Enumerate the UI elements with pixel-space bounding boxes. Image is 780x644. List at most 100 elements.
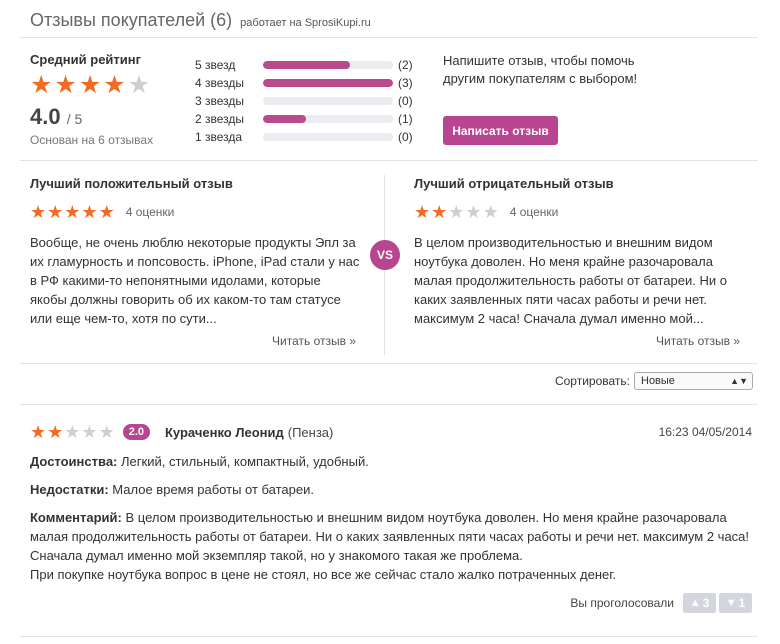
best-positive-votes: 4 оценки [125, 205, 175, 219]
review-author: Кураченко Леонид [165, 424, 284, 440]
average-stars: ★ ★ ★ ★ ★ [30, 73, 153, 98]
dist-bar-fill [263, 79, 393, 87]
star-icon: ★ [30, 202, 47, 222]
chevron-updown-icon: ▲▼ [730, 376, 748, 386]
pros-text: Легкий, стильный, компактный, удобный. [121, 454, 369, 469]
star-icon: ★ [431, 202, 448, 222]
best-positive-stars: ★ ★ ★ ★ ★ [30, 203, 116, 221]
dist-row-1[interactable]: 1 звезда (0) [195, 128, 413, 146]
cons-text: Малое время работы от батареи. [112, 482, 314, 497]
star-icon: ★ [98, 422, 115, 442]
sort-select[interactable]: Новые ▲▼ [634, 372, 753, 390]
vote-down-button[interactable]: ▼ 1 [719, 593, 752, 613]
review-pros: Достоинства: Легкий, стильный, компактны… [30, 452, 752, 471]
review-comment: Комментарий: В целом производительностью… [30, 508, 752, 584]
star-icon: ★ [98, 202, 115, 222]
dist-count: (0) [398, 94, 413, 108]
comment-label: Комментарий: [30, 510, 122, 525]
dist-bar [263, 115, 393, 123]
write-review-prompt: Напишите отзыв, чтобы помочь другим поку… [443, 53, 638, 86]
dist-row-3[interactable]: 3 звезды (0) [195, 92, 413, 110]
review-item: ★ ★ ★ ★ ★ 2.0 Кураченко Леонид (Пенза) 16:23… [30, 423, 752, 613]
best-negative-title: Лучший отрицательный отзыв [414, 176, 614, 191]
best-negative-votes: 4 оценки [509, 205, 559, 219]
comment-text-2: При покупке ноутбука вопрос в цене не ст… [30, 567, 617, 582]
read-positive-review-link[interactable]: Читать отзыв » [272, 334, 356, 348]
reviews-title: Отзывы покупателей (6) [30, 10, 233, 30]
sprosikupi-link[interactable]: SprosiKupi.ru [305, 17, 371, 29]
powered-prefix: работает на [240, 17, 302, 29]
reviews-header: Отзывы покупателей (6) работает на Spros… [30, 10, 371, 31]
best-positive-title: Лучший положительный отзыв [30, 176, 233, 191]
star-icon: ★ [448, 202, 465, 222]
review-date: 16:23 04/05/2014 [658, 425, 752, 439]
score-value: 4.0 [30, 104, 61, 129]
sort-divider [20, 404, 758, 405]
review-divider [20, 636, 758, 637]
review-votes: Вы проголосовали ▲ 3 ▼ 1 [570, 593, 752, 613]
dist-bar [263, 61, 393, 69]
star-icon: ★ [78, 71, 102, 99]
star-icon: ★ [30, 422, 47, 442]
dist-label: 2 звезды [195, 112, 245, 126]
review-cons: Недостатки: Малое время работы от батаре… [30, 480, 752, 499]
average-score: 4.0 / 5 [30, 104, 153, 130]
summary-divider [20, 160, 758, 161]
best-positive-review: Лучший положительный отзыв ★ ★ ★ ★ ★ 4 оценк… [30, 176, 360, 348]
star-icon: ★ [54, 71, 77, 99]
review-stars: ★ ★ ★ ★ ★ [30, 423, 116, 441]
star-icon: ★ [64, 422, 81, 442]
star-icon: ★ [414, 202, 431, 222]
vs-badge: VS [370, 240, 400, 270]
write-review-button[interactable]: Написать отзыв [443, 116, 558, 145]
star-icon: ★ [482, 202, 499, 222]
powered-by: работает на SprosiKupi.ru [240, 17, 371, 29]
best-negative-text: В целом производительностью и внешним ви… [414, 235, 727, 326]
star-icon: ★ [81, 202, 98, 222]
read-negative-review-link[interactable]: Читать отзыв » [656, 334, 740, 348]
review-city: (Пенза) [287, 424, 334, 440]
dist-bar-fill [263, 61, 350, 69]
star-icon: ★ [103, 71, 126, 99]
star-icon: ★ [81, 422, 98, 442]
best-positive-text: Вообще, не очень люблю некоторые продукт… [30, 235, 360, 326]
vote-up-count: 3 [702, 596, 710, 610]
dist-count: (2) [398, 58, 413, 72]
cons-label: Недостатки: [30, 482, 109, 497]
rating-distribution: 5 звезд (2) 4 звезды (3) 3 звезды (0) 2 … [195, 56, 413, 146]
star-icon: ★ [465, 202, 482, 222]
dist-bar [263, 133, 393, 141]
sort-control: Сортировать: Новые ▲▼ [555, 372, 753, 390]
star-icon: ★ [64, 202, 81, 222]
vote-down-count: 1 [738, 596, 746, 610]
voted-label: Вы проголосовали [570, 596, 674, 610]
best-negative-stars: ★ ★ ★ ★ ★ [414, 203, 500, 221]
dist-bar-fill [263, 115, 307, 123]
based-on-count: Основан на 6 отзывах [30, 133, 154, 147]
pros-label: Достоинства: [30, 454, 118, 469]
star-icon: ★ [30, 71, 53, 99]
dist-row-2[interactable]: 2 звезды (1) [195, 110, 413, 128]
dist-label: 3 звезды [195, 94, 245, 108]
dist-bar [263, 97, 393, 105]
dist-row-5[interactable]: 5 звезд (2) [195, 56, 413, 74]
thumbs-up-icon: ▲ [689, 597, 701, 609]
average-rating-label: Средний рейтинг [30, 52, 142, 67]
average-rating: Средний рейтинг ★ ★ ★ ★ ★ 4.0 / 5 Основан на… [30, 52, 153, 147]
thumbs-down-icon: ▼ [725, 597, 737, 609]
dist-count: (0) [398, 130, 413, 144]
dist-count: (1) [398, 112, 413, 126]
star-icon: ★ [47, 202, 64, 222]
dist-row-4[interactable]: 4 звезды (3) [195, 74, 413, 92]
review-rating-badge: 2.0 [122, 424, 150, 440]
sort-selected-value: Новые [641, 375, 675, 387]
vote-up-button[interactable]: ▲ 3 [683, 593, 716, 613]
dist-count: (3) [398, 76, 413, 90]
comment-text: В целом производительностью и внешним ви… [30, 510, 750, 563]
star-icon: ★ [47, 422, 64, 442]
best-divider [20, 363, 758, 364]
header-divider [20, 37, 758, 38]
dist-label: 5 звезд [195, 58, 236, 72]
sort-label: Сортировать: [554, 374, 630, 388]
dist-bar [263, 79, 393, 87]
